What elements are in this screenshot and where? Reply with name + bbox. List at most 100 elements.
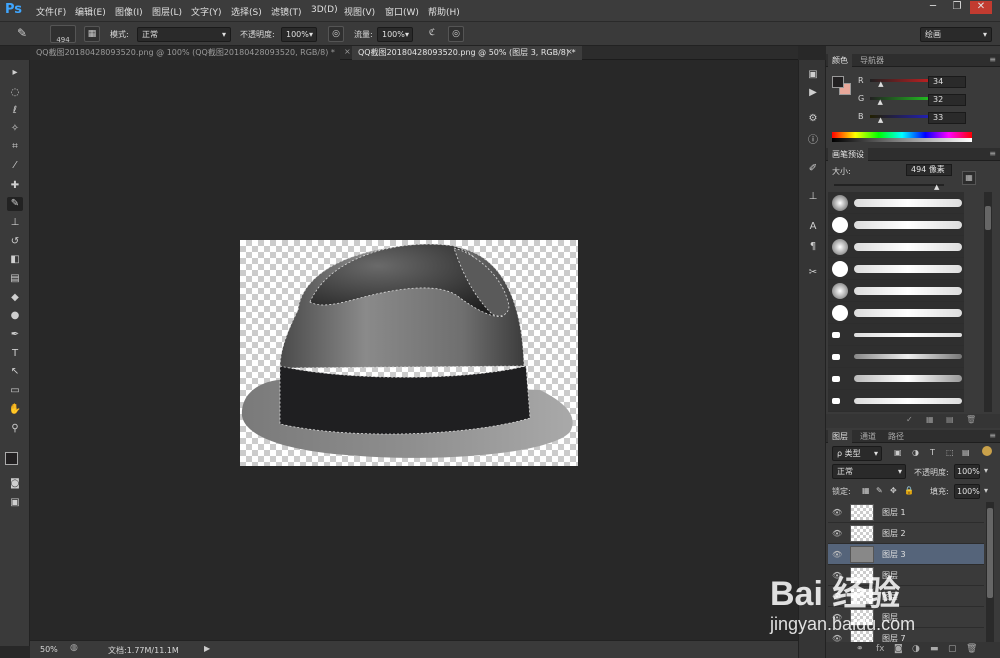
tab-brush-presets[interactable]: 画笔预设 <box>828 148 868 161</box>
document-canvas[interactable] <box>240 240 578 466</box>
menu-view[interactable]: 视图(V) <box>344 5 375 18</box>
menu-layer[interactable]: 图层(L) <box>152 5 182 18</box>
link-icon[interactable]: ⚭ <box>856 644 864 654</box>
eye-icon[interactable]: 👁 <box>832 592 842 601</box>
tab-document-100[interactable]: QQ截图20180428093520.png @ 100% (QQ截图20180… <box>30 46 340 60</box>
panel-menu-icon[interactable]: ≡ <box>989 149 996 158</box>
history-brush-tool-icon[interactable]: ↺ <box>7 235 23 249</box>
marquee-tool-icon[interactable]: ◌ <box>7 86 23 100</box>
magic-wand-tool-icon[interactable]: ✧ <box>7 122 23 136</box>
history-panel-icon[interactable]: ▣ <box>805 68 821 82</box>
tool-presets-panel-icon[interactable]: ✂ <box>805 266 821 280</box>
layer-row[interactable]: 👁 图层 <box>828 586 984 607</box>
clone-stamp-tool-icon[interactable]: ⊥ <box>7 216 23 230</box>
filter-smart-object-icon[interactable]: ▤ <box>962 448 970 457</box>
r-slider-thumb[interactable]: ▲ <box>878 80 883 88</box>
actions-panel-icon[interactable]: ▶ <box>805 86 821 100</box>
brush-size-slider[interactable] <box>834 184 944 186</box>
menu-edit[interactable]: 编辑(E) <box>75 5 106 18</box>
new-preset-icon[interactable]: ▤ <box>946 415 954 424</box>
filter-adjustment-icon[interactable]: ◑ <box>912 448 919 457</box>
brush-preset-item[interactable] <box>828 346 964 368</box>
brush-preset-item[interactable] <box>828 214 964 236</box>
move-tool-icon[interactable]: ▸ <box>7 66 23 80</box>
chevron-down-icon[interactable]: ▾ <box>984 466 988 475</box>
clone-source-panel-icon[interactable]: ⊥ <box>805 190 821 204</box>
trash-icon[interactable]: 🗑 <box>966 415 976 424</box>
tab-layers[interactable]: 图层 <box>828 430 852 443</box>
pressure-opacity-icon[interactable]: ◎ <box>328 26 344 42</box>
menu-3d[interactable]: 3D(D) <box>311 5 338 15</box>
paragraph-panel-icon[interactable]: ¶ <box>805 240 821 254</box>
dodge-tool-icon[interactable]: ● <box>7 309 23 323</box>
brush-preset-item[interactable] <box>828 280 964 302</box>
hand-tool-icon[interactable]: ✋ <box>7 403 23 417</box>
brush-tool-icon[interactable]: ✎ <box>7 197 23 211</box>
foreground-color-swatch[interactable] <box>5 452 18 465</box>
brush-preset-item[interactable] <box>828 192 964 214</box>
lasso-tool-icon[interactable]: ℓ <box>7 104 23 118</box>
brush-panel-toggle-icon[interactable]: ▦ <box>84 26 100 42</box>
character-panel-icon[interactable]: A <box>805 220 821 234</box>
healing-brush-tool-icon[interactable]: ✚ <box>7 179 23 193</box>
fill-input[interactable]: 100% <box>954 484 980 499</box>
minimize-button[interactable]: ─ <box>922 1 944 14</box>
eyedropper-tool-icon[interactable]: ⁄ <box>7 159 23 173</box>
fx-icon[interactable]: fx <box>876 644 885 654</box>
mask-icon[interactable]: ◙ <box>894 644 903 654</box>
status-menu-arrow-icon[interactable]: ▶ <box>204 644 210 653</box>
opacity-input[interactable]: 100% ▾ <box>281 27 317 42</box>
close-tab-icon[interactable]: × <box>344 47 351 56</box>
tab-color[interactable]: 颜色 <box>828 54 852 67</box>
brush-preset-item[interactable] <box>828 390 964 412</box>
b-value-input[interactable]: 33 <box>928 112 966 124</box>
layer-row[interactable]: 👁 图层 7 <box>828 628 984 642</box>
layer-row-selected[interactable]: 👁 图层 3 <box>828 544 984 565</box>
filter-type-icon[interactable]: T <box>930 448 935 457</box>
color-foreground-swatch[interactable] <box>832 76 844 88</box>
brush-panel-icon[interactable]: ✐ <box>805 162 821 176</box>
share-icon[interactable]: ◍ <box>70 643 78 653</box>
lock-all-icon[interactable]: 🔒 <box>904 486 914 495</box>
brush-preset-item[interactable] <box>828 302 964 324</box>
crop-tool-icon[interactable]: ⌗ <box>7 140 23 154</box>
tab-paths[interactable]: 路径 <box>884 430 908 443</box>
eye-icon[interactable]: 👁 <box>832 550 842 559</box>
path-selection-tool-icon[interactable]: ↖ <box>7 365 23 379</box>
tab-document-50[interactable]: QQ截图20180428093520.png @ 50% (图层 3, RGB/… <box>352 46 582 60</box>
g-value-input[interactable]: 32 <box>928 94 966 106</box>
mode-select[interactable]: 正常 ▾ <box>137 27 231 42</box>
layer-row[interactable]: 👁 图层 <box>828 607 984 628</box>
quick-mask-icon[interactable]: ◙ <box>7 477 23 491</box>
type-tool-icon[interactable]: T <box>7 347 23 361</box>
group-icon[interactable]: ▬ <box>930 644 939 654</box>
menu-type[interactable]: 文字(Y) <box>191 5 222 18</box>
layer-filter-select[interactable]: ρ 类型 ▾ <box>832 446 882 461</box>
chevron-down-icon[interactable]: ▾ <box>984 486 988 495</box>
workspace-select[interactable]: 绘画 ▾ <box>920 27 992 42</box>
brush-preset-item[interactable] <box>828 368 964 390</box>
pen-tool-icon[interactable]: ✒ <box>7 328 23 342</box>
trash-icon[interactable]: 🗑 <box>966 644 977 654</box>
brush-list-scrollbar[interactable] <box>984 192 992 412</box>
airbrush-icon[interactable]: ℭ <box>424 26 440 42</box>
pressure-size-icon[interactable]: ◎ <box>448 26 464 42</box>
tab-navigator[interactable]: 导航器 <box>856 54 888 67</box>
eye-icon[interactable]: 👁 <box>832 529 842 538</box>
panel-menu-icon[interactable]: ≡ <box>989 431 996 440</box>
menu-file[interactable]: 文件(F) <box>36 5 66 18</box>
blur-tool-icon[interactable]: ◆ <box>7 291 23 305</box>
menu-filter[interactable]: 滤镜(T) <box>271 5 302 18</box>
adjustments-panel-icon[interactable]: ⚙ <box>805 112 821 126</box>
new-layer-icon[interactable]: ▢ <box>948 644 957 654</box>
menu-help[interactable]: 帮助(H) <box>428 5 460 18</box>
close-button[interactable]: ✕ <box>970 1 992 14</box>
screen-mode-icon[interactable]: ▣ <box>7 496 23 510</box>
filter-shape-icon[interactable]: ⬚ <box>946 448 954 457</box>
blend-mode-select[interactable]: 正常 ▾ <box>832 464 906 479</box>
close-tab-icon[interactable]: × <box>566 47 573 56</box>
filter-pixel-icon[interactable]: ▣ <box>894 448 902 457</box>
zoom-tool-icon[interactable]: ⚲ <box>7 422 23 436</box>
flow-input[interactable]: 100% ▾ <box>377 27 413 42</box>
menu-window[interactable]: 窗口(W) <box>385 5 419 18</box>
